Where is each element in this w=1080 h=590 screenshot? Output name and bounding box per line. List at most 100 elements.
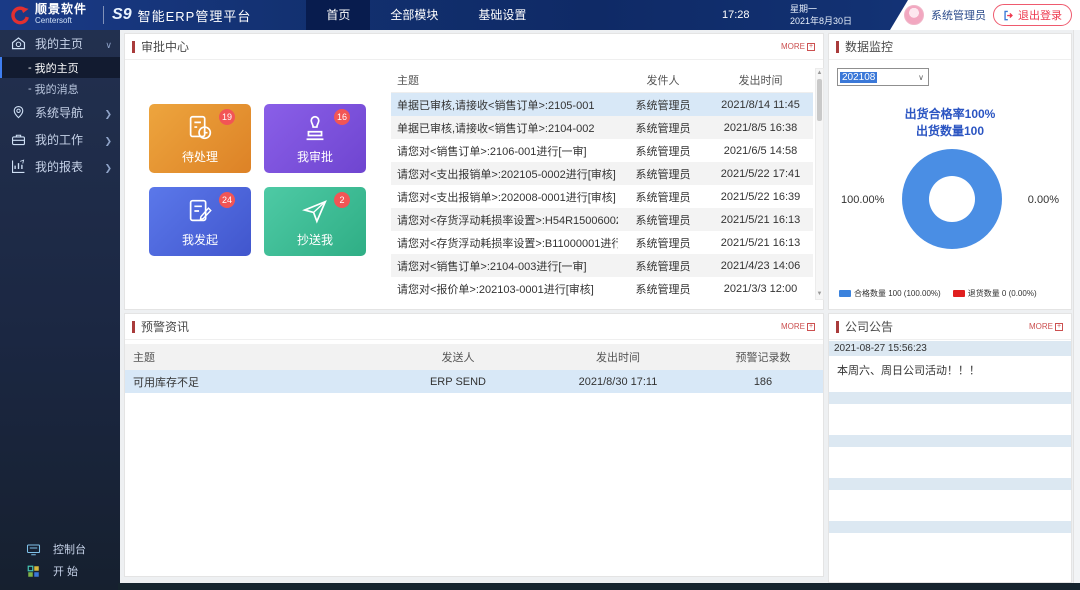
col-time: 发出时间 bbox=[533, 349, 703, 365]
cell-time: 2021/4/23 14:06 bbox=[708, 260, 813, 272]
alerts-header-row: 主题 发送人 发出时间 预警记录数 bbox=[125, 344, 823, 370]
nav-tab-all-modules[interactable]: 全部模块 bbox=[370, 0, 458, 30]
sidebar-item-my-home[interactable]: 我的主页 bbox=[0, 57, 120, 78]
cell-time: 2021/8/14 11:45 bbox=[708, 99, 813, 111]
count-badge: 24 bbox=[219, 192, 235, 208]
cell-sender: 系统管理员 bbox=[618, 120, 708, 136]
date-block: 星期一 2021年8月30日 bbox=[790, 3, 852, 27]
sidebar-group-my-reports[interactable]: 我的报表 bbox=[0, 153, 120, 180]
chevron-down-icon: ∨ bbox=[918, 73, 924, 82]
more-icon: + bbox=[807, 43, 815, 51]
centersoft-logo-icon bbox=[8, 4, 30, 26]
count-badge: 2 bbox=[334, 192, 350, 208]
tile-initiated-by-me[interactable]: 24 我发起 bbox=[149, 187, 251, 256]
count-badge: 16 bbox=[334, 109, 350, 125]
scroll-thumb[interactable] bbox=[817, 79, 822, 121]
table-scrollbar[interactable]: ▲ ▼ bbox=[815, 68, 824, 300]
start-label: 开 始 bbox=[53, 563, 112, 579]
main-nav: 首页 全部模块 基础设置 bbox=[306, 0, 546, 30]
more-button[interactable]: MORE + bbox=[781, 322, 815, 331]
panel-title: 公司公告 bbox=[845, 318, 893, 335]
weekday-label: 星期一 bbox=[790, 3, 852, 15]
home-icon bbox=[10, 35, 27, 52]
table-row[interactable]: 单据已审核,请接收<销售订单>:2104-002 系统管理员 2021/8/5 … bbox=[391, 116, 813, 139]
user-avatar[interactable] bbox=[904, 5, 924, 25]
approval-center-panel: 审批中心 MORE + 19 待处理 bbox=[124, 33, 824, 310]
header-user-area: 系统管理员 退出登录 bbox=[890, 0, 1080, 30]
sidebar-group-label: 系统导航 bbox=[35, 104, 104, 121]
page-scrollbar[interactable] bbox=[1073, 30, 1080, 583]
table-row[interactable]: 请您对<销售订单>:2106-001进行[一审] 系统管理员 2021/6/5 … bbox=[391, 139, 813, 162]
data-monitor-panel: 数据监控 202108 ∨ 出货合格率100% 出货数量100 100.00% … bbox=[828, 33, 1072, 310]
announcement-date[interactable]: 2021-08-27 15:56:23 bbox=[829, 341, 1071, 356]
announcement-empty-row bbox=[829, 521, 1071, 533]
tile-pending[interactable]: 19 待处理 bbox=[149, 104, 251, 173]
donut-right-label: 0.00% bbox=[1028, 194, 1059, 206]
tile-cc-to-me[interactable]: 2 抄送我 bbox=[264, 187, 366, 256]
table-row[interactable]: 请您对<支出报销单>:202105-0002进行[审核] 系统管理员 2021/… bbox=[391, 162, 813, 185]
cell-time: 2021/5/21 16:13 bbox=[708, 237, 813, 249]
bottom-dark-bar bbox=[118, 583, 1080, 590]
legend-item-return: 退货数量 0 (0.00%) bbox=[953, 288, 1037, 299]
start-button[interactable]: 开 始 bbox=[0, 560, 120, 582]
todo-icon bbox=[185, 113, 215, 143]
cell-subject: 单据已审核,请接收<销售订单>:2104-002 bbox=[391, 120, 618, 136]
logout-button[interactable]: 退出登录 bbox=[993, 4, 1072, 26]
scroll-down-icon[interactable]: ▼ bbox=[816, 290, 823, 299]
tile-my-approvals[interactable]: 16 我审批 bbox=[264, 104, 366, 173]
count-badge: 19 bbox=[219, 109, 235, 125]
sidebar-group-label: 我的工作 bbox=[35, 131, 104, 148]
table-row[interactable]: 请您对<支出报销单>:202008-0001进行[审核] 系统管理员 2021/… bbox=[391, 185, 813, 208]
cell-subject: 请您对<存货浮动耗损率设置>:H54R15006002进行[审核] bbox=[391, 212, 618, 228]
cell-sender: 系统管理员 bbox=[618, 212, 708, 228]
approval-message-table: 主题 发件人 发出时间 单据已审核,请接收<销售订单>:2105-001 系统管… bbox=[391, 68, 813, 300]
nav-tab-home[interactable]: 首页 bbox=[306, 0, 370, 30]
cell-subject: 请您对<销售订单>:2104-003进行[一审] bbox=[391, 258, 618, 274]
table-row[interactable]: 请您对<报价单>:202103-0001进行[审核] 系统管理员 2021/3/… bbox=[391, 277, 813, 300]
cell-time: 2021/6/5 14:58 bbox=[708, 145, 813, 157]
period-select[interactable]: 202108 ∨ bbox=[837, 68, 929, 86]
legend-swatch-red bbox=[953, 290, 965, 297]
table-row[interactable]: 请您对<销售订单>:2104-003进行[一审] 系统管理员 2021/4/23… bbox=[391, 254, 813, 277]
table-row[interactable]: 单据已审核,请接收<销售订单>:2105-001 系统管理员 2021/8/14… bbox=[391, 93, 813, 116]
chevron-right-icon bbox=[104, 106, 112, 120]
scroll-up-icon[interactable]: ▲ bbox=[816, 69, 823, 78]
announcements-panel: 公司公告 MORE + 2021-08-27 15:56:23 本周六、周日公司… bbox=[828, 313, 1072, 583]
tile-label: 待处理 bbox=[149, 148, 251, 165]
cell-sender: 系统管理员 bbox=[618, 189, 708, 205]
title-accent-bar bbox=[836, 321, 839, 333]
sidebar-group-system-nav[interactable]: 系统导航 bbox=[0, 99, 120, 126]
console-button[interactable]: 控制台 bbox=[0, 538, 120, 560]
sidebar-footer: 控制台 开 始 bbox=[0, 538, 120, 582]
cell-time: 2021/8/30 17:11 bbox=[533, 376, 703, 388]
navigation-icon bbox=[10, 104, 27, 121]
announcement-content: 本周六、周日公司活动！！！ bbox=[829, 356, 1071, 384]
panel-header: 公司公告 MORE + bbox=[829, 314, 1071, 340]
table-row[interactable]: 请您对<存货浮动耗损率设置>:B11000001进行[审核] 系统管理员 202… bbox=[391, 231, 813, 254]
sidebar-group-my-home[interactable]: 我的主页 bbox=[0, 30, 120, 57]
date-label: 2021年8月30日 bbox=[790, 15, 852, 27]
legend-text: 合格数量 100 (100.00%) bbox=[854, 288, 941, 299]
title-accent-bar bbox=[132, 41, 135, 53]
pass-rate-label: 出货合格率100% bbox=[829, 106, 1071, 123]
sidebar-group-my-work[interactable]: 我的工作 bbox=[0, 126, 120, 153]
more-icon: + bbox=[807, 323, 815, 331]
more-button[interactable]: MORE + bbox=[1029, 322, 1063, 331]
chevron-right-icon bbox=[104, 133, 112, 147]
more-button[interactable]: MORE + bbox=[781, 42, 815, 51]
table-row[interactable]: 请您对<存货浮动耗损率设置>:H54R15006002进行[审核] 系统管理员 … bbox=[391, 208, 813, 231]
nav-tab-basic-settings[interactable]: 基础设置 bbox=[458, 0, 546, 30]
sidebar-item-my-messages[interactable]: 我的消息 bbox=[0, 78, 120, 99]
sidebar-group-label: 我的报表 bbox=[35, 158, 104, 175]
console-icon bbox=[26, 542, 41, 557]
monitor-stats: 出货合格率100% 出货数量100 bbox=[829, 106, 1071, 140]
alerts-panel: 预警资讯 MORE + 主题 发送人 发出时间 预警记录数 可用库存不足 ERP… bbox=[124, 313, 824, 577]
tile-label: 我发起 bbox=[149, 231, 251, 248]
donut-left-label: 100.00% bbox=[841, 194, 884, 206]
cell-subject: 请您对<报价单>:202103-0001进行[审核] bbox=[391, 281, 618, 297]
clock-time: 17:28 bbox=[722, 9, 750, 21]
alert-row[interactable]: 可用库存不足 ERP SEND 2021/8/30 17:11 186 bbox=[125, 370, 823, 393]
cell-subject: 单据已审核,请接收<销售订单>:2105-001 bbox=[391, 97, 618, 113]
product-title: 智能ERP管理平台 bbox=[138, 6, 252, 25]
cell-sender: 系统管理员 bbox=[618, 235, 708, 251]
